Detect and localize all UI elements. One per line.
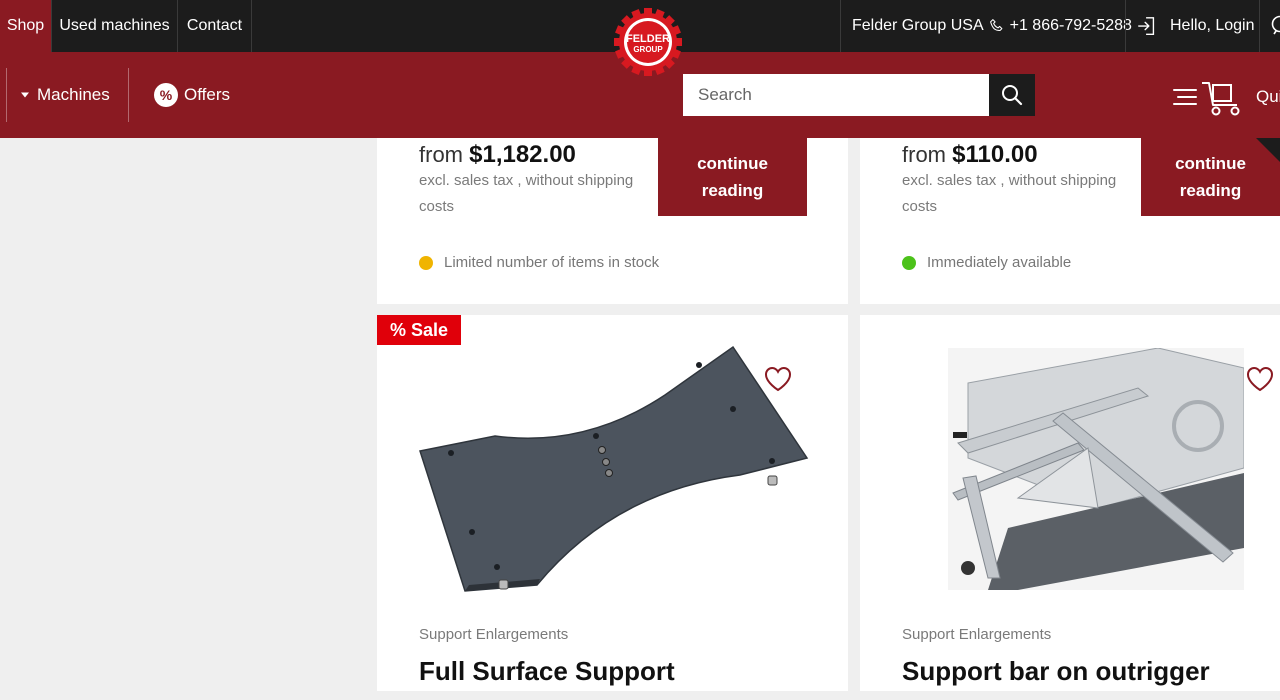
percent-icon: % <box>154 83 178 107</box>
logo-text-top: FELDER <box>626 33 670 45</box>
divider <box>840 0 841 52</box>
login-label: Hello, Login <box>1170 17 1255 34</box>
search-input[interactable] <box>683 74 989 116</box>
divider <box>6 68 7 122</box>
price-value: $1,182.00 <box>469 141 576 168</box>
region-label: Felder Group USA <box>852 17 984 34</box>
nav-shop[interactable]: Shop <box>0 0 52 52</box>
product-card[interactable]: Support Enlargements Support bar on outr… <box>860 315 1280 691</box>
logo-text-bottom: GROUP <box>633 45 663 54</box>
product-title[interactable]: Full Surface Support <box>419 656 675 687</box>
divider <box>1259 0 1260 52</box>
stock-status: Limited number of items in stock <box>419 254 659 271</box>
continue-reading-button[interactable]: continue reading <box>658 138 807 216</box>
price-note: excl. sales tax , without shipping costs <box>902 172 1117 215</box>
divider <box>128 68 129 122</box>
quick-order[interactable]: Qui <box>1172 70 1280 124</box>
button-label: reading <box>1179 181 1242 200</box>
divider <box>1125 0 1126 52</box>
login-icon <box>1138 17 1155 35</box>
full-surface-support-image[interactable] <box>415 343 813 593</box>
stock-indicator-icon <box>419 255 433 270</box>
machines-menu[interactable]: Machines <box>20 68 110 122</box>
wishlist-heart-icon[interactable] <box>1246 366 1274 392</box>
offers-label: Offers <box>184 85 230 104</box>
button-label: continue <box>1175 154 1246 173</box>
offers-link[interactable]: % Offers <box>154 68 230 122</box>
stock-indicator-icon <box>902 255 916 270</box>
price-prefix: from <box>419 142 463 167</box>
machines-label: Machines <box>37 85 110 104</box>
sale-badge: % Sale <box>377 315 461 345</box>
nav-used-machines[interactable]: Used machines <box>52 0 178 52</box>
product-card[interactable]: % Sale Support Enlargements Full Surface… <box>377 315 848 691</box>
product-card: from $1,182.00 excl. sales tax , without… <box>377 138 848 304</box>
search-button[interactable] <box>989 74 1035 116</box>
help-icon[interactable] <box>1270 15 1280 35</box>
product-title[interactable]: Support bar on outrigger <box>902 656 1210 687</box>
price-prefix: from <box>902 142 946 167</box>
button-label: continue <box>697 154 768 173</box>
product-category: Support Enlargements <box>902 626 1052 643</box>
stock-text: Limited number of items in stock <box>444 254 660 271</box>
corner-decoration <box>1256 138 1280 162</box>
support-bar-image[interactable] <box>948 348 1244 590</box>
phone-number: +1 866-792-5288 <box>1009 17 1132 34</box>
product-category: Support Enlargements <box>419 626 569 643</box>
phone-icon <box>989 19 1003 32</box>
nav-contact[interactable]: Contact <box>178 0 252 52</box>
quick-cart-icon <box>1173 82 1240 116</box>
stock-status: Immediately available <box>902 254 1071 271</box>
price-value: $110.00 <box>952 141 1038 168</box>
quick-order-label: Qui <box>1256 87 1280 106</box>
price-line: from $1,182.00 <box>419 141 576 169</box>
price-line: from $110.00 <box>902 141 1038 169</box>
caret-down-icon <box>21 92 29 98</box>
price-note: excl. sales tax , without shipping costs <box>419 172 634 215</box>
product-card: from $110.00 excl. sales tax , without s… <box>860 138 1280 304</box>
stock-text: Immediately available <box>927 254 1072 271</box>
felder-group-logo[interactable]: FELDER GROUP <box>614 8 682 76</box>
login-link[interactable]: Hello, Login <box>1136 0 1255 52</box>
region-phone[interactable]: Felder Group USA +1 866-792-5288 <box>852 0 1132 52</box>
search-icon <box>1002 85 1023 106</box>
button-label: reading <box>701 181 764 200</box>
